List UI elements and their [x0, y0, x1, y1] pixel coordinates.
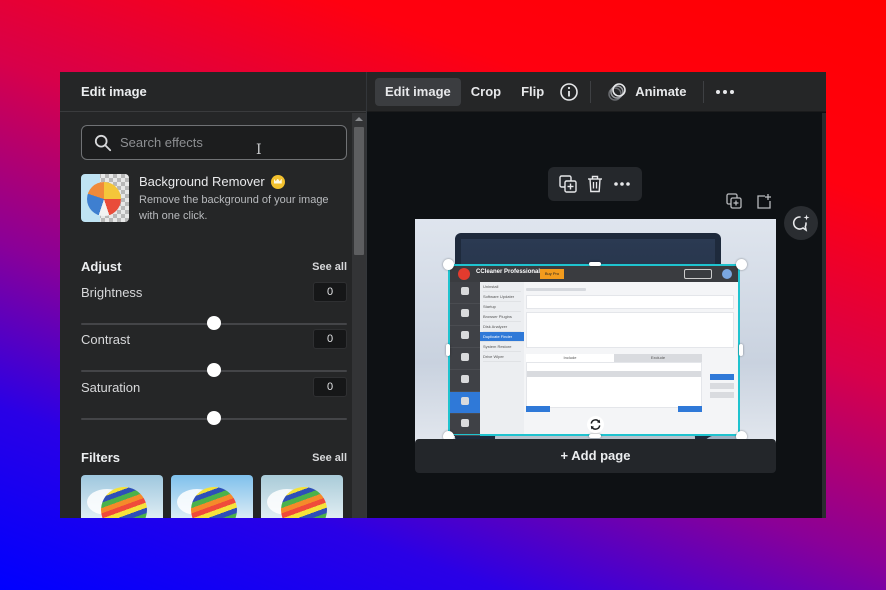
beach-ball-image — [87, 182, 121, 216]
slider-knob[interactable] — [207, 363, 221, 377]
search-effects-field[interactable] — [81, 125, 347, 160]
app-logo-icon — [458, 268, 470, 280]
search-icon — [94, 134, 112, 151]
filter-thumbnail[interactable] — [81, 475, 163, 518]
contrast-value-input[interactable]: 0 — [313, 329, 347, 349]
canvas-scroll-edge — [822, 113, 826, 518]
brightness-label: Brightness — [81, 285, 143, 300]
trash-icon — [587, 175, 602, 193]
app-menu-item: Uninstall — [483, 282, 521, 292]
duplicate-page-icon[interactable] — [726, 193, 742, 209]
toolbar-divider — [702, 80, 704, 103]
app-sidebar — [450, 282, 480, 436]
add-page-icon[interactable] — [756, 193, 772, 209]
adjust-header: Adjust See all — [81, 259, 347, 274]
info-icon — [560, 82, 579, 101]
background-remover-description: Remove the background of your image with… — [139, 194, 329, 222]
adjust-see-all-link[interactable]: See all — [312, 261, 347, 273]
app-tab-exclude: Exclude — [614, 354, 702, 362]
resize-handle-top-left[interactable] — [443, 259, 454, 270]
filters-title: Filters — [81, 450, 121, 465]
app-menu-item: Duplicate Finder — [480, 332, 524, 342]
selected-screenshot-image[interactable]: CCleaner Professional Buy Pro Uninstall S… — [448, 264, 740, 436]
app-list — [526, 362, 702, 408]
text-cursor-icon: I — [256, 142, 262, 158]
app-menu: Uninstall Software Updater Startup Browser … — [480, 282, 524, 434]
saturation-slider[interactable] — [81, 411, 347, 427]
comment-sparkle-icon — [792, 214, 810, 232]
edit-image-button[interactable]: Edit image — [375, 77, 461, 106]
app-menu-item: Browser Plugins — [483, 312, 521, 322]
filter-thumbnail[interactable] — [261, 475, 343, 518]
crop-button[interactable]: Crop — [461, 78, 511, 106]
app-help-button — [684, 269, 712, 279]
app-menu-item: Disk Analyzer — [483, 322, 521, 332]
background-remover-title: Background Remover — [139, 174, 265, 189]
filter-thumbnail[interactable] — [171, 475, 253, 518]
app-main-content: Include Exclude — [526, 284, 734, 434]
add-page-button[interactable]: + Add page — [415, 439, 776, 473]
panel-scrollbar[interactable] — [352, 113, 366, 518]
more-icon — [614, 182, 631, 186]
app-tab-include: Include — [526, 354, 614, 362]
animate-button[interactable]: Animate — [597, 78, 696, 106]
resize-handle-top[interactable] — [589, 262, 601, 266]
resize-handle-right[interactable] — [739, 344, 743, 356]
rotate-icon — [590, 419, 601, 430]
filter-thumbnails — [81, 475, 343, 518]
resize-handle-top-right[interactable] — [736, 259, 747, 270]
duplicate-icon — [558, 175, 577, 193]
resize-handle-bottom[interactable] — [589, 434, 601, 438]
scroll-up-arrow-icon[interactable] — [355, 117, 363, 121]
resize-handle-left[interactable] — [446, 344, 450, 356]
app-title: CCleaner Professional — [476, 269, 541, 275]
filters-header: Filters See all — [81, 450, 347, 465]
app-menu-item: System Restore — [483, 342, 521, 352]
flip-button[interactable]: Flip — [511, 78, 554, 106]
magic-assistant-button[interactable] — [784, 206, 818, 240]
edit-image-panel: Edit image I Background Remover — [60, 72, 367, 518]
app-globe-icon — [722, 269, 732, 279]
saturation-value-input[interactable]: 0 — [313, 377, 347, 397]
filters-see-all-link[interactable]: See all — [312, 452, 347, 464]
crown-icon — [270, 174, 285, 189]
app-buy-button: Buy Pro — [540, 269, 564, 279]
app-tabs: Include Exclude — [526, 354, 702, 362]
contrast-slider[interactable] — [81, 363, 347, 379]
toolbar-divider — [590, 80, 592, 103]
background-remover-thumbnail — [81, 174, 129, 222]
search-input[interactable] — [120, 135, 320, 150]
element-more-button[interactable] — [612, 174, 632, 194]
app-menu-item: Drive Wiper — [483, 352, 521, 362]
app-menu-item: Software Updater — [483, 292, 521, 302]
brightness-slider[interactable] — [81, 316, 347, 332]
background-remover-item[interactable]: Background Remover Remove the background… — [81, 174, 349, 224]
panel-title: Edit image — [60, 72, 366, 112]
contrast-label: Contrast — [81, 332, 131, 347]
more-icon — [715, 89, 734, 94]
element-context-toolbar — [548, 167, 642, 201]
more-options-button[interactable] — [710, 78, 740, 106]
brightness-value-input[interactable]: 0 — [313, 282, 347, 302]
app-menu-item: Startup — [483, 302, 521, 312]
duplicate-element-button[interactable] — [558, 174, 578, 194]
info-button[interactable] — [554, 78, 584, 106]
app-titlebar: CCleaner Professional Buy Pro — [450, 266, 738, 282]
animate-label: Animate — [635, 83, 687, 99]
adjust-title: Adjust — [81, 259, 122, 274]
canvas-area: CCleaner Professional Buy Pro Uninstall S… — [367, 113, 826, 518]
scrollbar-thumb[interactable] — [354, 127, 364, 255]
saturation-label: Saturation — [81, 380, 141, 395]
delete-element-button[interactable] — [585, 174, 605, 194]
rotate-handle[interactable] — [587, 416, 604, 433]
slider-knob[interactable] — [207, 411, 221, 425]
animate-icon — [608, 82, 627, 101]
page-actions — [726, 193, 772, 209]
editor-window: Edit image I Background Remover — [60, 72, 826, 518]
editor-main: Edit image Crop Flip Animate CCleaner Pr… — [367, 72, 826, 518]
image-toolbar: Edit image Crop Flip Animate — [367, 72, 826, 112]
slider-knob[interactable] — [207, 316, 221, 330]
panel-content: I Background Remover Remove the backgrou… — [60, 113, 353, 518]
